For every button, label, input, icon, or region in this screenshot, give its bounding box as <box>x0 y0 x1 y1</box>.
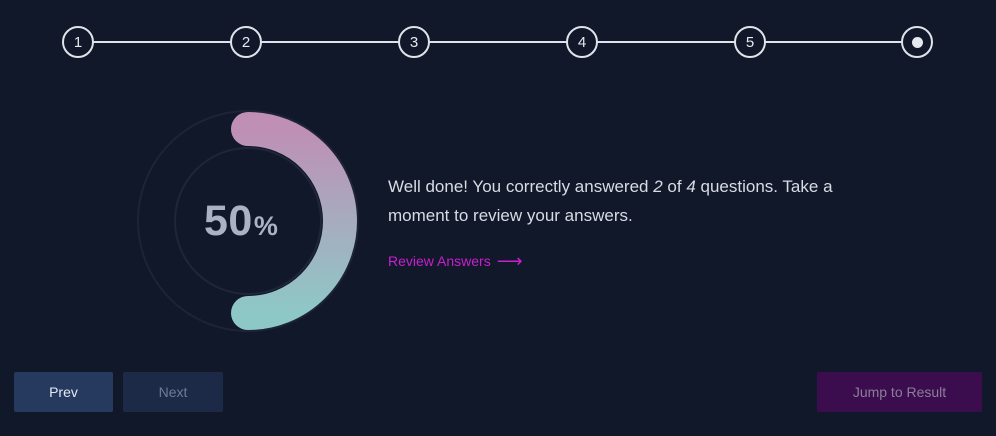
total-count: 4 <box>686 177 696 196</box>
step-5[interactable]: 5 <box>734 26 766 58</box>
step-2[interactable]: 2 <box>230 26 262 58</box>
prev-button[interactable]: Prev <box>14 372 113 412</box>
score-unit: % <box>253 211 278 241</box>
jump-to-result-button[interactable]: Jump to Result <box>817 372 982 412</box>
filled-dot-icon <box>911 36 923 48</box>
score-value: 50 <box>204 197 253 245</box>
score-display: 50 % <box>204 197 314 247</box>
step-progress: 1 2 3 4 5 <box>0 0 996 84</box>
message-part-1: Well done! You correctly answered <box>388 177 654 196</box>
result-message: Well done! You correctly answered 2 of 4… <box>388 172 868 230</box>
step-result[interactable] <box>901 26 933 58</box>
next-button[interactable]: Next <box>123 372 223 412</box>
message-part-2: of <box>662 177 687 196</box>
step-connector-line <box>78 41 918 43</box>
review-answers-label: Review Answers <box>388 253 491 269</box>
step-1[interactable]: 1 <box>62 26 94 58</box>
quiz-result-screen: 1 2 3 4 5 50 % Well done! You correctly … <box>0 0 996 436</box>
arrow-right-icon: ⟶ <box>496 251 523 271</box>
step-3[interactable]: 3 <box>398 26 430 58</box>
correct-count: 2 <box>653 177 663 196</box>
review-answers-link[interactable]: Review Answers ⟶ <box>388 251 523 271</box>
step-4[interactable]: 4 <box>566 26 598 58</box>
